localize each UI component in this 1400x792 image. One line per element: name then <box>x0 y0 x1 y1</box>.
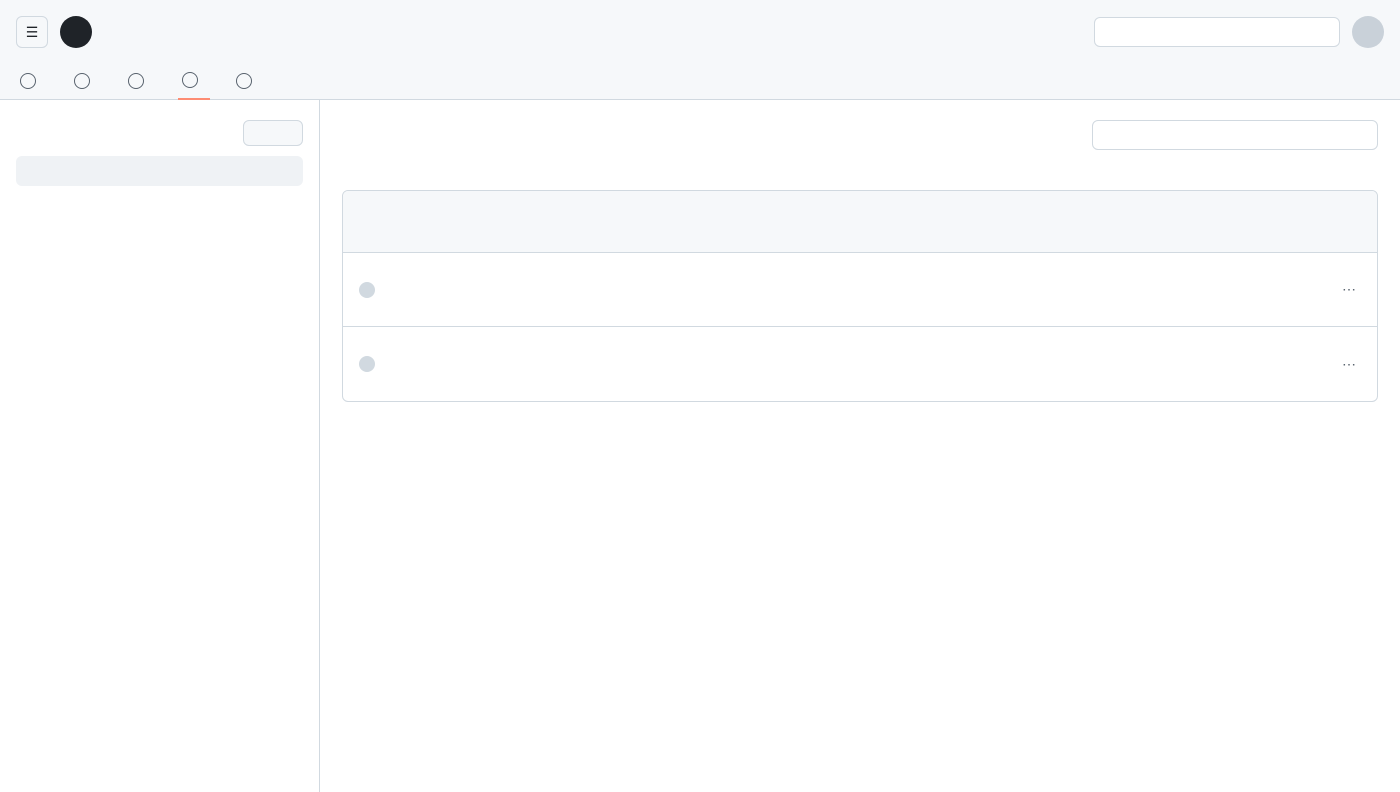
menu-icon[interactable]: ☰ <box>16 16 48 48</box>
list-item-meta <box>385 294 1337 309</box>
main-header <box>342 120 1378 166</box>
avatar[interactable] <box>1352 16 1384 48</box>
sidebar-item[interactable] <box>16 186 303 216</box>
filter-input[interactable] <box>1092 120 1378 150</box>
tab-5[interactable] <box>232 62 264 100</box>
more-options-icon[interactable]: ⋯ <box>1337 281 1361 298</box>
search-input[interactable] <box>1094 17 1340 47</box>
tab-icon <box>236 73 252 89</box>
tab-icon <box>128 73 144 89</box>
repo-tabs <box>16 62 1384 100</box>
tab-2[interactable] <box>70 62 102 100</box>
tab-4[interactable] <box>178 62 210 100</box>
page-layout: ⋯ ⋯ <box>0 100 1400 792</box>
tab-icon <box>74 73 90 89</box>
new-button[interactable] <box>243 120 303 146</box>
more-options-icon[interactable]: ⋯ <box>1337 356 1361 373</box>
tab-1[interactable] <box>16 62 48 100</box>
logo-icon[interactable] <box>60 16 92 48</box>
list-item[interactable]: ⋯ <box>343 253 1377 327</box>
results-count <box>343 191 1377 253</box>
sidebar-item[interactable] <box>16 156 303 186</box>
sidebar-header <box>16 120 303 146</box>
list-item[interactable]: ⋯ <box>343 327 1377 401</box>
list-item-text <box>385 345 1337 384</box>
sidebar-item[interactable] <box>16 216 303 246</box>
tab-icon <box>182 72 198 88</box>
list-item-meta <box>385 369 1337 384</box>
status-icon <box>359 356 375 372</box>
main-content: ⋯ ⋯ <box>320 100 1400 792</box>
app-header: ☰ <box>0 0 1400 100</box>
list-item-text <box>385 270 1337 309</box>
tab-icon <box>20 73 36 89</box>
sidebar <box>0 100 320 792</box>
list-item-title[interactable] <box>385 345 1337 365</box>
tab-3[interactable] <box>124 62 156 100</box>
list-item-title[interactable] <box>385 270 1337 290</box>
results-box: ⋯ ⋯ <box>342 190 1378 402</box>
top-bar: ☰ <box>16 16 1384 48</box>
status-icon <box>359 281 375 298</box>
